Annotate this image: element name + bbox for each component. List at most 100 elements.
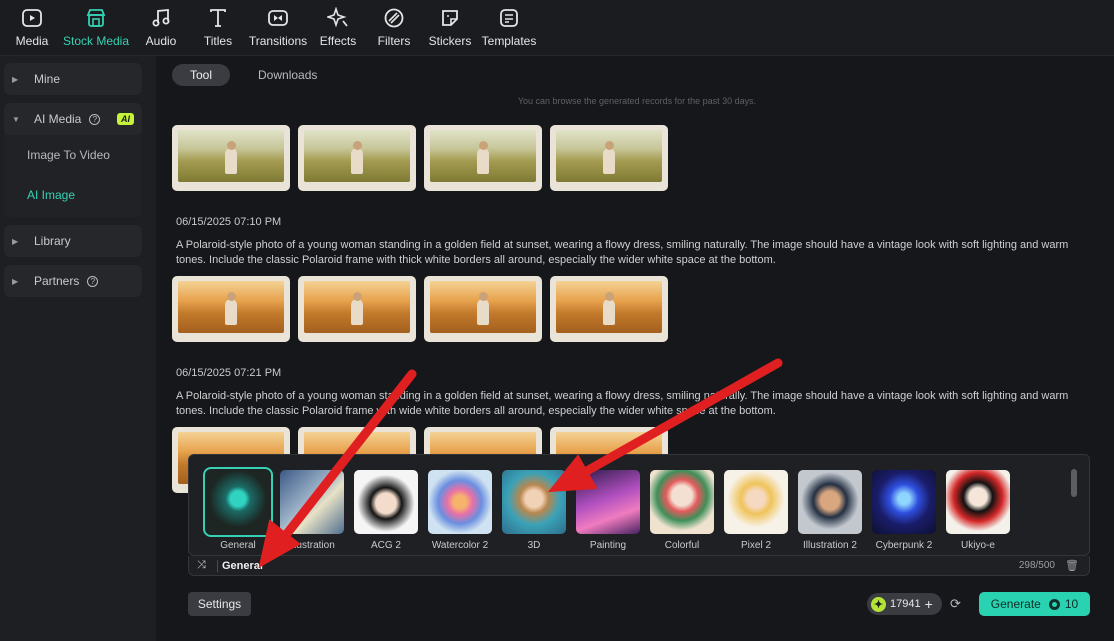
generated-image[interactable] [298, 276, 416, 342]
style-option-watercolor-2[interactable]: Watercolor 2 [427, 470, 493, 551]
caret-right-icon: ▶ [12, 276, 19, 286]
prompt-input-row: ⤨ General 298/500 🗑 [188, 556, 1090, 576]
toolbar-templates[interactable]: Templates [478, 0, 540, 56]
sidebar-item-image-to-video[interactable]: Image To Video [27, 135, 142, 175]
style-option-painting[interactable]: Painting [575, 470, 641, 551]
toolbar-titles[interactable]: Titles [190, 0, 246, 56]
style-label: Ukiyo-e [961, 540, 995, 551]
thumbnail-row [172, 276, 668, 342]
style-option-cyberpunk-2[interactable]: Cyberpunk 2 [871, 470, 937, 551]
records-note: You can browse the generated records for… [517, 96, 757, 106]
generate-cost: 10 [1064, 597, 1079, 611]
style-thumbnail [354, 470, 418, 534]
style-label: Cyberpunk 2 [875, 540, 933, 551]
style-option-colorful[interactable]: Colorful [649, 470, 715, 551]
generated-image[interactable] [172, 125, 290, 191]
toolbar-titles-label: Titles [203, 34, 233, 48]
toolbar-media-label: Media [15, 34, 49, 48]
filter-icon [384, 8, 404, 28]
help-icon[interactable]: ? [89, 113, 101, 125]
toolbar-stock-media[interactable]: Stock Media [60, 0, 132, 56]
sidebar-item-label: AI Image [27, 188, 76, 202]
style-thumbnail [650, 470, 714, 534]
style-thumbnail [203, 467, 273, 537]
toolbar-stickers[interactable]: Stickers [422, 0, 478, 56]
style-option-illustration[interactable]: Illustration [279, 470, 345, 551]
style-option-3d[interactable]: 3D [501, 470, 567, 551]
help-icon[interactable]: ? [87, 275, 99, 287]
sidebar-item-label: Library [34, 234, 71, 248]
toolbar-stickers-label: Stickers [428, 34, 472, 48]
transition-icon [268, 10, 288, 26]
style-label: Colorful [664, 540, 700, 551]
toolbar-filters-label: Filters [377, 34, 411, 48]
app-window: Media Stock Media Audio Titles Transitio… [0, 0, 1114, 641]
toolbar-stock-media-label: Stock Media [62, 34, 130, 48]
style-label: ACG 2 [370, 540, 401, 551]
style-label: General [220, 540, 256, 551]
sparkle-icon [327, 7, 348, 28]
toolbar-templates-label: Templates [481, 34, 537, 48]
toolbar-transitions[interactable]: Transitions [246, 0, 310, 56]
generated-image[interactable] [550, 276, 668, 342]
generated-image[interactable] [550, 125, 668, 191]
trash-icon[interactable]: 🗑 [1065, 559, 1079, 572]
entry-prompt: A Polaroid-style photo of a young woman … [176, 239, 1069, 266]
toolbar-audio[interactable]: Audio [132, 0, 190, 56]
style-picker-scrollbar[interactable] [1071, 469, 1077, 497]
generated-image[interactable] [298, 125, 416, 191]
sidebar-item-ai-image[interactable]: AI Image [27, 175, 142, 215]
sidebar-item-partners[interactable]: ▶ Partners ? [4, 265, 142, 297]
style-option-illustration-2[interactable]: Illustration 2 [797, 470, 863, 551]
style-label: 3D [527, 540, 541, 551]
style-thumbnail [798, 470, 862, 534]
media-icon [22, 9, 42, 27]
generated-image[interactable] [424, 125, 542, 191]
music-note-icon [152, 9, 170, 27]
style-label: Watercolor 2 [431, 540, 489, 551]
toolbar-filters[interactable]: Filters [366, 0, 422, 56]
generate-button[interactable]: Generate 10 [979, 592, 1090, 616]
text-t-icon [210, 9, 226, 27]
coin-icon [1048, 598, 1060, 610]
generated-image[interactable] [172, 276, 290, 342]
style-label: Painting [589, 540, 627, 551]
template-icon [500, 9, 518, 27]
style-option-ukiyo-e[interactable]: Ukiyo-e [945, 470, 1011, 551]
toolbar-transitions-label: Transitions [248, 34, 308, 48]
shuffle-icon[interactable]: ⤨ [197, 559, 217, 572]
style-thumbnail [724, 470, 788, 534]
toolbar-media[interactable]: Media [4, 0, 60, 56]
style-thumbnail [946, 470, 1010, 534]
sidebar-item-ai-media[interactable]: ▼ AI Media ? AI [4, 103, 142, 135]
caret-right-icon: ▶ [12, 236, 19, 246]
generate-label: Generate [990, 597, 1041, 611]
style-option-pixel-2[interactable]: Pixel 2 [723, 470, 789, 551]
style-option-general[interactable]: General [203, 467, 273, 551]
sidebar-item-label: Partners [34, 274, 80, 288]
sidebar-item-library[interactable]: ▶ Library [4, 225, 142, 257]
style-thumbnail [280, 470, 344, 534]
sidebar-item-mine[interactable]: ▶ Mine [4, 63, 142, 95]
entry-timestamp: 06/15/2025 07:10 PM [176, 216, 282, 228]
style-label: Pixel 2 [740, 540, 771, 551]
refresh-icon[interactable]: ⟳ [950, 596, 961, 612]
generated-image[interactable] [424, 276, 542, 342]
top-toolbar: Media Stock Media Audio Titles Transitio… [0, 0, 1114, 56]
divider [217, 559, 218, 572]
style-thumbnail [428, 470, 492, 534]
style-selector[interactable]: General [222, 560, 263, 572]
style-option-acg-2[interactable]: ACG 2 [353, 470, 419, 551]
tab-downloads[interactable]: Downloads [240, 64, 335, 86]
toolbar-effects[interactable]: Effects [310, 0, 366, 56]
credits-pill[interactable]: ✦ 17941 + [867, 593, 942, 615]
tab-tool[interactable]: Tool [172, 64, 231, 86]
credit-gem-icon: ✦ [871, 596, 886, 612]
credits-value: 17941 [890, 598, 921, 610]
add-credits-icon[interactable]: + [925, 596, 933, 612]
toolbar-effects-label: Effects [319, 34, 357, 48]
caret-right-icon: ▶ [12, 74, 19, 84]
thumbnail-row [172, 125, 668, 191]
sidebar-group-ai-media: ▼ AI Media ? AI Image To Video AI Image [4, 103, 142, 217]
settings-button[interactable]: Settings [188, 592, 251, 616]
